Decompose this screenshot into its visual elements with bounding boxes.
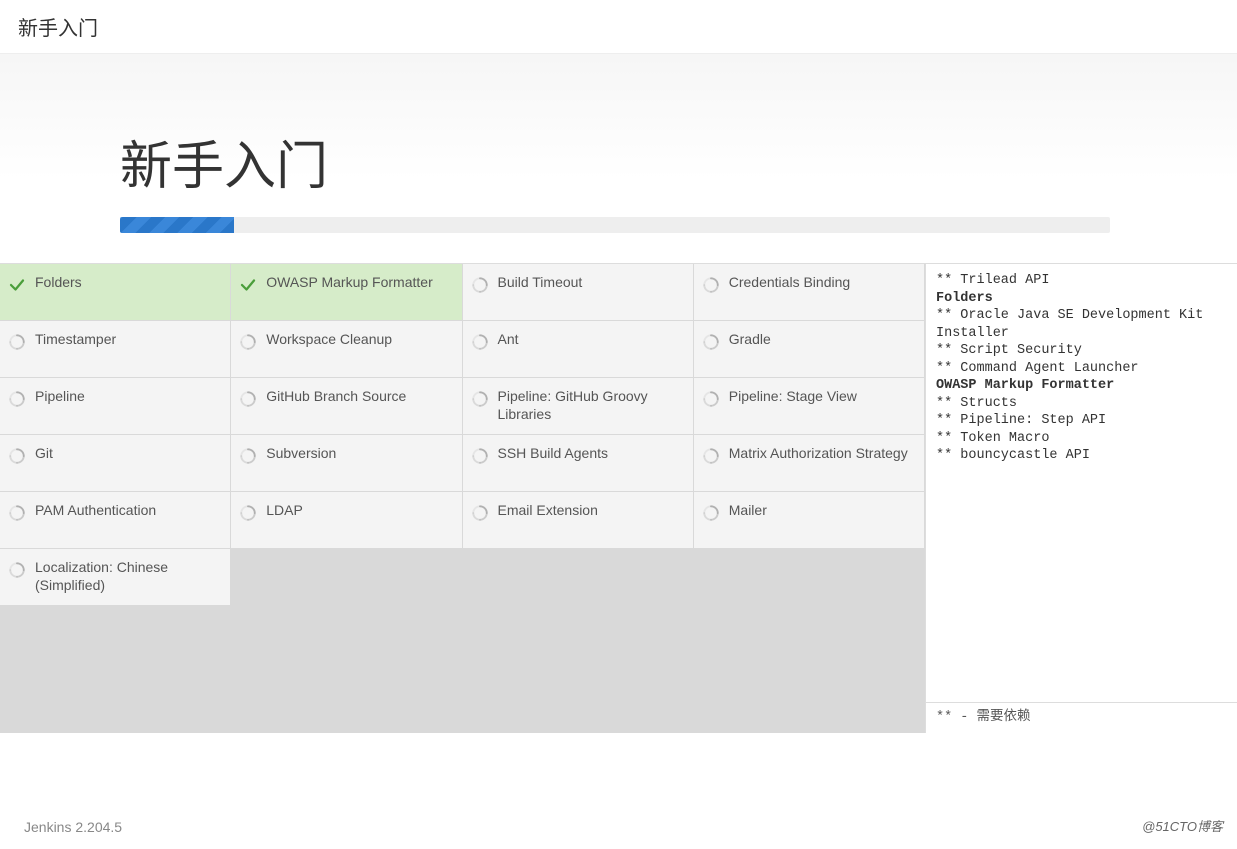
plugin-label: Build Timeout <box>498 274 583 292</box>
plugin-label: Git <box>35 445 53 463</box>
log-line: ** Structs <box>936 395 1227 413</box>
spinner-icon <box>702 333 720 351</box>
plugin-cell: PAM Authentication <box>0 492 230 548</box>
spinner-icon <box>471 504 489 522</box>
spinner-icon <box>702 390 720 408</box>
plugin-cell: Timestamper <box>0 321 230 377</box>
plugin-cell: OWASP Markup Formatter <box>231 264 461 320</box>
log-line: ** Trilead API <box>936 272 1227 290</box>
plugin-label: Workspace Cleanup <box>266 331 392 349</box>
progress-container <box>120 217 1110 233</box>
spinner-icon <box>702 447 720 465</box>
plugin-cell: Workspace Cleanup <box>231 321 461 377</box>
spinner-icon <box>471 447 489 465</box>
plugin-label: GitHub Branch Source <box>266 388 406 406</box>
plugin-cell: Subversion <box>231 435 461 491</box>
log-line: ** Pipeline: Step API <box>936 412 1227 430</box>
check-icon <box>8 276 26 294</box>
spinner-icon <box>8 447 26 465</box>
spinner-icon <box>8 504 26 522</box>
log-line: OWASP Markup Formatter <box>936 377 1227 395</box>
plugin-cell: Localization: Chinese (Simplified) <box>0 549 230 605</box>
plugin-cell: GitHub Branch Source <box>231 378 461 434</box>
plugin-label: Credentials Binding <box>729 274 850 292</box>
spinner-icon <box>8 390 26 408</box>
log-panel: ** Trilead APIFolders** Oracle Java SE D… <box>925 264 1237 733</box>
plugin-label: Gradle <box>729 331 771 349</box>
spinner-icon <box>239 504 257 522</box>
plugin-cell: Gradle <box>694 321 924 377</box>
plugin-cell: Ant <box>463 321 693 377</box>
main-area: Folders OWASP Markup Formatter Build Timeo… <box>0 263 1237 733</box>
log-line: ** Oracle Java SE Development Kit Instal… <box>936 307 1227 342</box>
spinner-icon <box>471 276 489 294</box>
spinner-icon <box>239 390 257 408</box>
footer-version: Jenkins 2.204.5 <box>24 819 122 835</box>
log-line: ** Token Macro <box>936 430 1227 448</box>
plugin-cell: Email Extension <box>463 492 693 548</box>
log-line: ** Script Security <box>936 342 1227 360</box>
plugin-label: Pipeline: Stage View <box>729 388 857 406</box>
plugin-label: Matrix Authorization Strategy <box>729 445 908 463</box>
plugin-grid: Folders OWASP Markup Formatter Build Timeo… <box>0 264 925 733</box>
log-line: Folders <box>936 290 1227 308</box>
plugin-label: Pipeline: GitHub Groovy Libraries <box>498 388 681 423</box>
plugin-label: Email Extension <box>498 502 598 520</box>
plugin-label: PAM Authentication <box>35 502 156 520</box>
plugin-label: Localization: Chinese (Simplified) <box>35 559 218 594</box>
spinner-icon <box>702 276 720 294</box>
plugin-label: Folders <box>35 274 82 292</box>
plugin-cell: LDAP <box>231 492 461 548</box>
plugin-cell: Pipeline <box>0 378 230 434</box>
plugin-label: SSH Build Agents <box>498 445 609 463</box>
plugin-cell: Mailer <box>694 492 924 548</box>
hero-section: 新手入门 <box>0 54 1237 263</box>
plugin-cell: Build Timeout <box>463 264 693 320</box>
spinner-icon <box>8 333 26 351</box>
plugin-label: Mailer <box>729 502 767 520</box>
plugin-cell: Pipeline: Stage View <box>694 378 924 434</box>
header-title: 新手入门 <box>18 18 98 40</box>
log-line: ** bouncycastle API <box>936 447 1227 465</box>
plugin-label: Subversion <box>266 445 336 463</box>
plugin-label: Ant <box>498 331 519 349</box>
progress-bar <box>120 217 234 233</box>
plugin-cell: Matrix Authorization Strategy <box>694 435 924 491</box>
plugin-cell: Git <box>0 435 230 491</box>
log-footer: ** - 需要依赖 <box>926 702 1237 733</box>
plugin-cell: Pipeline: GitHub Groovy Libraries <box>463 378 693 434</box>
plugin-cell: Folders <box>0 264 230 320</box>
spinner-icon <box>702 504 720 522</box>
spinner-icon <box>471 390 489 408</box>
plugin-label: LDAP <box>266 502 303 520</box>
plugin-label: OWASP Markup Formatter <box>266 274 432 292</box>
spinner-icon <box>8 561 26 579</box>
check-icon <box>239 276 257 294</box>
spinner-icon <box>239 333 257 351</box>
plugin-label: Timestamper <box>35 331 116 349</box>
log-line: ** Command Agent Launcher <box>936 360 1227 378</box>
header-bar: 新手入门 <box>0 0 1237 54</box>
page-title: 新手入门 <box>120 124 1237 199</box>
plugin-label: Pipeline <box>35 388 85 406</box>
log-lines: ** Trilead APIFolders** Oracle Java SE D… <box>936 272 1227 465</box>
plugin-cell: SSH Build Agents <box>463 435 693 491</box>
watermark: @51CTO博客 <box>1142 816 1223 835</box>
plugin-cell: Credentials Binding <box>694 264 924 320</box>
spinner-icon <box>471 333 489 351</box>
spinner-icon <box>239 447 257 465</box>
